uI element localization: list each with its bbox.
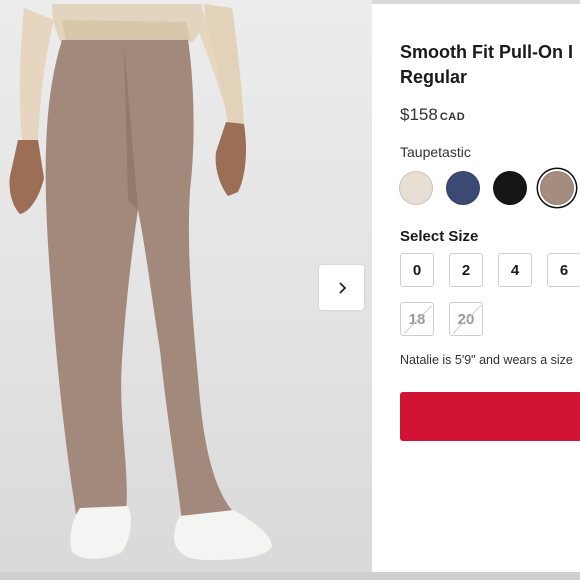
next-image-button[interactable] — [319, 265, 364, 310]
product-price: $158 CAD — [400, 105, 465, 125]
chevron-right-icon — [338, 281, 346, 294]
black-swatch[interactable] — [493, 171, 527, 205]
price-amount: $158 — [400, 105, 438, 124]
color-swatches — [399, 171, 574, 205]
select-size-label: Select Size — [400, 228, 479, 245]
size-button-20[interactable]: 20 — [449, 302, 483, 336]
selected-color-name: Taupetastic — [400, 144, 471, 160]
size-row-2: 18 20 — [400, 302, 483, 336]
thumbnail-strip — [0, 572, 580, 580]
size-button-4[interactable]: 4 — [498, 253, 532, 287]
size-button-6[interactable]: 6 — [547, 253, 580, 287]
model-illustration — [9, 4, 272, 560]
product-title-line2: Regular — [400, 67, 468, 87]
product-info-panel: Smooth Fit Pull-On I Regular $158 CAD Tau… — [372, 4, 580, 572]
product-title-line1: Smooth Fit Pull-On I — [400, 42, 573, 62]
model-fit-note: Natalie is 5'9" and wears a size — [400, 353, 573, 367]
size-button-18[interactable]: 18 — [400, 302, 434, 336]
price-currency: CAD — [439, 111, 466, 123]
light-beige-swatch[interactable] — [399, 171, 433, 205]
add-to-bag-button[interactable] — [400, 392, 580, 441]
product-photo — [0, 0, 372, 580]
taupe-swatch[interactable] — [540, 171, 574, 205]
navy-swatch[interactable] — [446, 171, 480, 205]
product-title: Smooth Fit Pull-On I Regular — [400, 40, 580, 90]
size-row-1: 0 2 4 6 — [400, 253, 580, 287]
size-button-2[interactable]: 2 — [449, 253, 483, 287]
size-button-0[interactable]: 0 — [400, 253, 434, 287]
